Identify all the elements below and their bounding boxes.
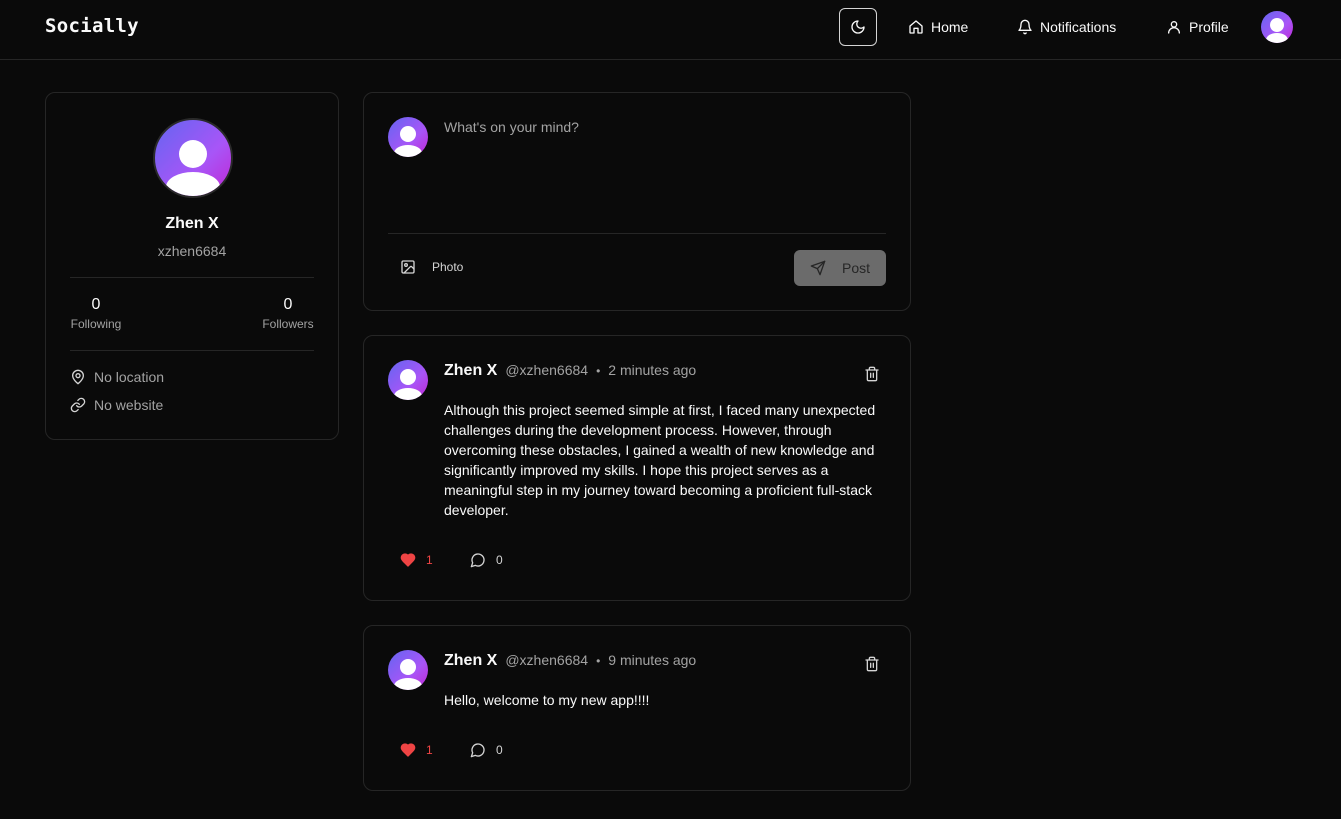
profile-divider [70,277,314,278]
post-content: Hello, welcome to my new app!!!! [444,692,650,708]
heart-icon [400,552,416,568]
post-header: Zhen X @xzhen6684 • 2 minutes ago [444,362,696,380]
map-pin-icon [70,369,86,385]
home-icon [908,19,924,35]
post-author-handle[interactable]: @xzhen6684 [505,362,588,378]
followers-stat: 0 Followers [262,296,314,331]
nav-profile-label: Profile [1189,19,1229,35]
post-author-name[interactable]: Zhen X [444,652,497,670]
user-icon [1166,19,1182,35]
post-composer: Photo Post [363,92,911,311]
trash-icon [864,366,880,382]
following-label: Following [70,317,122,331]
trash-icon [864,656,880,672]
moon-icon [850,19,866,35]
location-text: No location [94,369,165,385]
image-icon [400,259,416,275]
comment-count: 0 [496,743,503,757]
post-button[interactable]: Post [794,250,886,286]
send-icon [810,260,826,276]
link-icon [70,397,86,413]
theme-toggle-button[interactable] [839,8,877,46]
nav-profile-link[interactable]: Profile [1166,17,1229,37]
following-count: 0 [91,296,101,313]
website-text: No website [94,397,164,413]
like-count: 1 [426,553,433,567]
post-actions: 1 0 [400,552,503,568]
post-card: Zhen X @xzhen6684 • 2 minutes ago Althou… [363,335,911,601]
user-menu-avatar[interactable] [1261,11,1293,43]
add-photo-button[interactable]: Photo [400,259,463,275]
add-photo-label: Photo [432,260,464,274]
post-separator: • [596,364,601,378]
post-card: Zhen X @xzhen6684 • 9 minutes ago Hello,… [363,625,911,791]
post-button-label: Post [841,260,870,276]
profile-card: Zhen X xzhen6684 0 Following 0 Followers… [45,92,339,440]
nav-home-link[interactable]: Home [908,17,968,37]
profile-name[interactable]: Zhen X [46,215,338,233]
followers-label: Followers [262,317,314,331]
post-author-avatar[interactable] [388,650,428,690]
comment-button[interactable]: 0 [470,552,503,568]
bell-icon [1017,19,1033,35]
heart-icon [400,742,416,758]
like-count: 1 [426,743,433,757]
delete-post-button[interactable] [864,366,880,382]
post-header: Zhen X @xzhen6684 • 9 minutes ago [444,652,696,670]
comment-count: 0 [496,553,503,567]
post-author-handle[interactable]: @xzhen6684 [505,652,588,668]
location-row: No location [70,369,164,385]
following-stat: 0 Following [70,296,122,331]
post-actions: 1 0 [400,742,503,758]
nav-notifications-link[interactable]: Notifications [1017,17,1116,37]
message-circle-icon [470,742,486,758]
composer-divider [388,233,886,234]
nav-home-label: Home [931,19,969,35]
post-timestamp: 2 minutes ago [608,362,697,378]
like-button[interactable]: 1 [400,742,470,758]
navbar: Socially Home Notifications Profile [0,0,1341,60]
post-content: Although this project seemed simple at f… [444,402,876,518]
profile-avatar[interactable] [153,118,233,198]
delete-post-button[interactable] [864,656,880,672]
post-separator: • [596,654,601,668]
brand-logo[interactable]: Socially [45,15,139,37]
profile-username: xzhen6684 [157,243,227,259]
profile-divider [70,350,314,351]
post-author-name[interactable]: Zhen X [444,362,497,380]
composer-avatar [388,117,428,157]
comment-button[interactable]: 0 [470,742,503,758]
followers-count: 0 [283,296,293,313]
like-button[interactable]: 1 [400,552,470,568]
website-row: No website [70,397,163,413]
post-timestamp: 9 minutes ago [608,652,697,668]
message-circle-icon [470,552,486,568]
post-content-input[interactable] [444,119,884,219]
nav-notifications-label: Notifications [1040,19,1117,35]
post-author-avatar[interactable] [388,360,428,400]
